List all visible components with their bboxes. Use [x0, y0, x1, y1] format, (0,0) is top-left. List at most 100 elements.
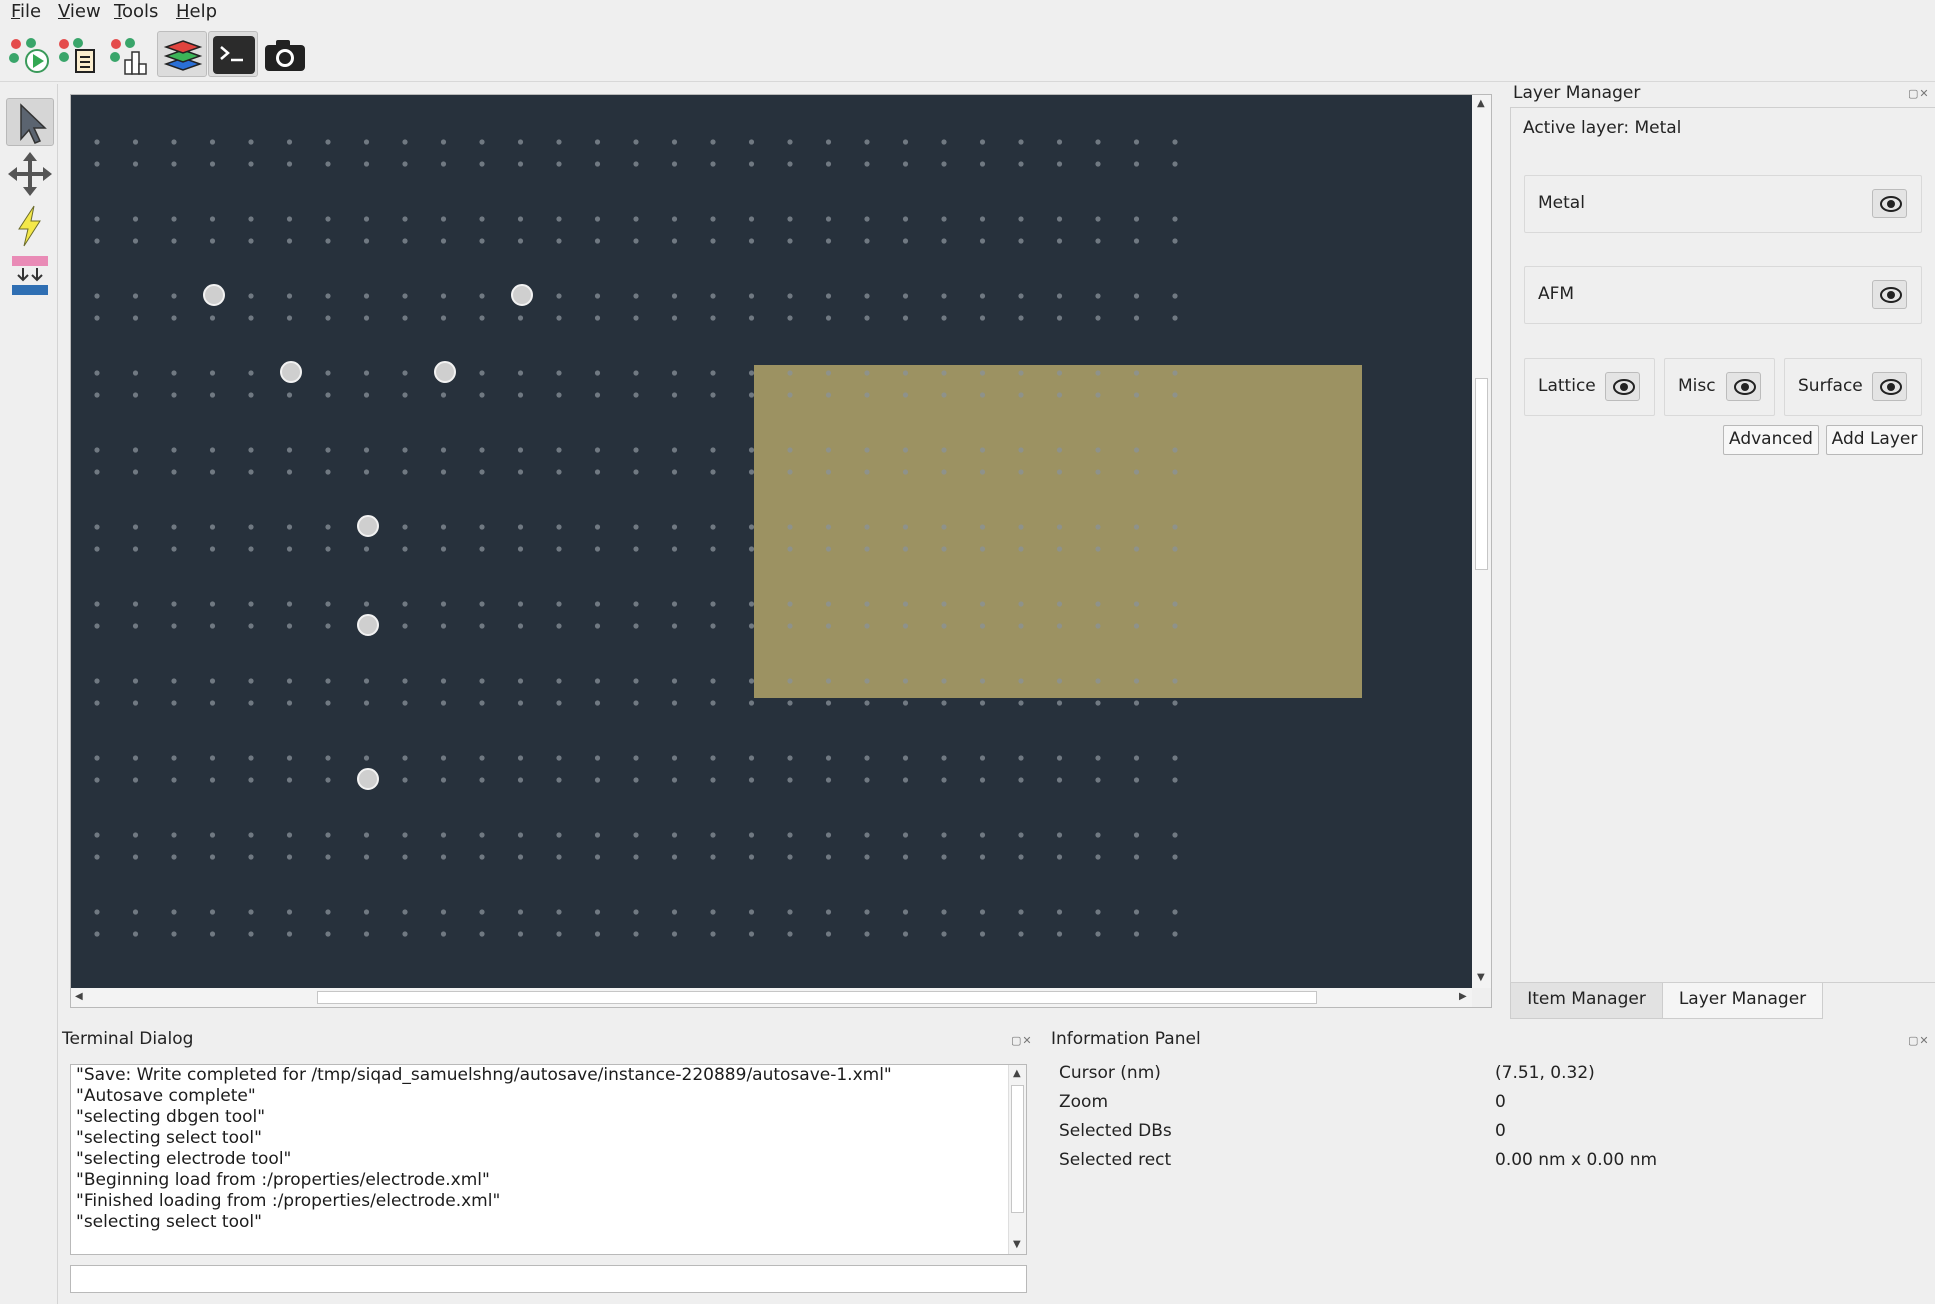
lattice-site [787, 216, 793, 222]
lattice-site [825, 216, 832, 222]
terminal-dialog-title: Terminal Dialog [62, 1029, 194, 1049]
lattice-site [1172, 931, 1178, 937]
lattice-site [902, 777, 909, 783]
lattice-site [1056, 755, 1063, 761]
lattice-site [363, 601, 370, 607]
layer-visibility-toggle[interactable] [1872, 280, 1907, 309]
lattice-site [556, 909, 562, 915]
lattice-site [171, 931, 177, 937]
lattice-site [748, 392, 755, 398]
lattice-site [517, 832, 524, 838]
electrode-tool-button[interactable] [6, 202, 54, 250]
run-simulation-button[interactable] [4, 31, 54, 77]
lattice-site [825, 238, 832, 244]
lattice-site [671, 546, 678, 552]
lattice-site [748, 161, 755, 167]
drag-tool-button[interactable] [6, 150, 54, 198]
menu-tools[interactable]: Tools [114, 1, 158, 22]
scroll-down-arrow-icon[interactable]: ▼ [1477, 973, 1485, 983]
horizontal-scroll-thumb[interactable] [317, 991, 1317, 1004]
lattice-site [902, 700, 909, 706]
lattice-site [633, 161, 639, 167]
layers-toggle-button[interactable] [157, 31, 207, 77]
scroll-up-arrow-icon[interactable]: ▲ [1477, 99, 1485, 109]
lattice-site [594, 832, 601, 838]
lattice-site [633, 777, 639, 783]
scroll-up-arrow-icon[interactable]: ▲ [1013, 1069, 1021, 1079]
vertical-scroll-thumb[interactable] [1475, 378, 1488, 570]
canvas-vertical-scrollbar[interactable]: ▲ ▼ [1472, 95, 1491, 988]
advanced-button[interactable]: Advanced [1723, 425, 1819, 455]
layer-row-lattice[interactable]: Lattice [1524, 358, 1655, 416]
tab-item-manager[interactable]: Item Manager [1510, 983, 1663, 1019]
lattice-site [248, 161, 254, 167]
terminal-command-input[interactable] [70, 1265, 1027, 1293]
menu-help[interactable]: Help [176, 1, 217, 22]
lattice-site [1056, 700, 1063, 706]
screenshot-button[interactable] [259, 31, 309, 77]
run-simulation-icon [9, 38, 49, 73]
lattice-site [132, 293, 139, 299]
lattice-site [363, 546, 370, 552]
layer-row-metal[interactable]: Metal [1524, 175, 1922, 233]
lattice-site [440, 469, 447, 475]
lattice-site [556, 161, 562, 167]
lattice-site [1056, 469, 1063, 475]
layer-row-surface[interactable]: Surface [1784, 358, 1922, 416]
info-dock-controls-icon[interactable]: ▢✕ [1908, 1034, 1930, 1047]
lattice-site [1056, 623, 1063, 629]
lattice-site [402, 623, 408, 629]
layer-visibility-toggle[interactable] [1872, 189, 1907, 218]
simulation-script-button[interactable] [55, 31, 105, 77]
lattice-site [94, 216, 100, 222]
layer-visibility-toggle[interactable] [1872, 372, 1907, 401]
canvas-horizontal-scrollbar[interactable]: ◀ ▶ [71, 988, 1472, 1007]
lattice-site [1056, 392, 1063, 398]
lattice-view[interactable] [71, 95, 1472, 988]
lattice-site [1018, 370, 1024, 376]
lattice-site [902, 161, 909, 167]
lattice-site [787, 854, 793, 860]
scroll-right-arrow-icon[interactable]: ▶ [1459, 992, 1467, 1002]
add-layer-button[interactable]: Add Layer [1826, 425, 1923, 455]
menu-bar: File View Tools Help [0, 0, 1935, 26]
lattice-site [286, 293, 293, 299]
menu-view[interactable]: View [58, 1, 101, 22]
terminal-scrollbar[interactable]: ▲ ▼ [1008, 1065, 1026, 1254]
lattice-site [1095, 909, 1101, 915]
scroll-down-arrow-icon[interactable]: ▼ [1013, 1240, 1021, 1250]
menu-file[interactable]: File [11, 1, 41, 22]
layer-row-afm[interactable]: AFM [1524, 266, 1922, 324]
terminal-toggle-button[interactable] [208, 31, 258, 77]
simulation-results-icon [110, 38, 147, 75]
lattice-site [94, 546, 100, 552]
lattice-site [633, 370, 639, 376]
select-tool-button[interactable] [6, 98, 54, 146]
lattice-site [633, 216, 639, 222]
lattice-site [132, 524, 139, 530]
lattice-site [440, 832, 447, 838]
layer-visibility-toggle[interactable] [1605, 372, 1640, 401]
scroll-left-arrow-icon[interactable]: ◀ [75, 992, 83, 1002]
terminal-dock-controls-icon[interactable]: ▢✕ [1011, 1034, 1033, 1047]
lattice-site [902, 546, 909, 552]
simulation-results-button[interactable] [106, 31, 156, 77]
lattice-site [248, 524, 254, 530]
lattice-site [440, 447, 447, 453]
lattice-site [633, 909, 639, 915]
tab-layer-manager[interactable]: Layer Manager [1662, 983, 1823, 1019]
dock-float-close-icon[interactable]: ▢✕ [1908, 87, 1930, 100]
design-canvas[interactable] [71, 95, 1472, 988]
terminal-output[interactable]: "Save: Write completed for /tmp/siqad_sa… [70, 1064, 1027, 1255]
terminal-line: "selecting select tool" [76, 1212, 262, 1232]
lattice-site [633, 755, 639, 761]
layer-row-misc[interactable]: Misc [1664, 358, 1775, 416]
layer-visibility-toggle[interactable] [1726, 372, 1761, 401]
lattice-site [941, 700, 947, 706]
lattice-site [556, 293, 562, 299]
lattice-site [94, 524, 100, 530]
layers-icon [163, 40, 203, 71]
terminal-scroll-thumb[interactable] [1011, 1085, 1024, 1213]
lattice-site [1133, 854, 1140, 860]
merge-layers-tool-button[interactable] [6, 252, 54, 300]
